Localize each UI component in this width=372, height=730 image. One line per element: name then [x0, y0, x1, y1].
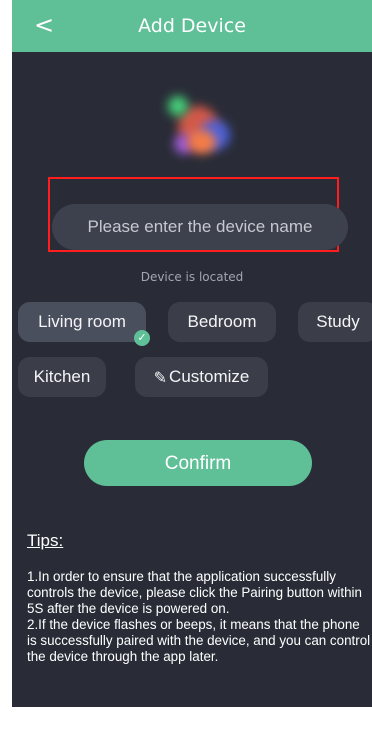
room-option-label: Living room — [38, 312, 126, 331]
selected-check-icon: ✓ — [134, 330, 150, 346]
room-option-living-room[interactable]: Living room ✓ — [18, 302, 150, 346]
tip-item: 2.If the device flashes or beeps, it mea… — [27, 617, 371, 664]
device-name-input[interactable] — [52, 204, 348, 250]
room-option-label: Study — [316, 312, 360, 331]
room-option-label: Bedroom — [187, 312, 257, 331]
device-image-green-blob — [168, 96, 188, 116]
pencil-icon: ✎ — [153, 370, 168, 387]
confirm-button[interactable]: Confirm — [84, 440, 312, 486]
room-option-bedroom[interactable]: Bedroom — [168, 302, 276, 342]
top-header: < Add Device — [12, 0, 372, 52]
device-image-icon — [158, 86, 244, 172]
tips-content: 1.In order to ensure that the applicatio… — [27, 569, 371, 665]
app-screen: < Add Device Device is located Living ro… — [12, 0, 372, 707]
device-image-orange-blob — [188, 130, 216, 154]
page-title: Add Device — [138, 15, 246, 37]
room-option-customize[interactable]: ✎ Customize — [135, 357, 268, 397]
room-option-kitchen[interactable]: Kitchen — [18, 357, 106, 397]
tip-item: 1.In order to ensure that the applicatio… — [27, 569, 362, 616]
phone-screen: < Add Device Device is located Living ro… — [0, 0, 372, 730]
room-option-label: Customize — [169, 367, 250, 386]
room-option-study[interactable]: Study — [298, 302, 372, 342]
device-location-label: Device is located — [140, 270, 244, 284]
room-option-label: Kitchen — [33, 367, 91, 386]
tips-title: Tips: — [27, 531, 64, 550]
